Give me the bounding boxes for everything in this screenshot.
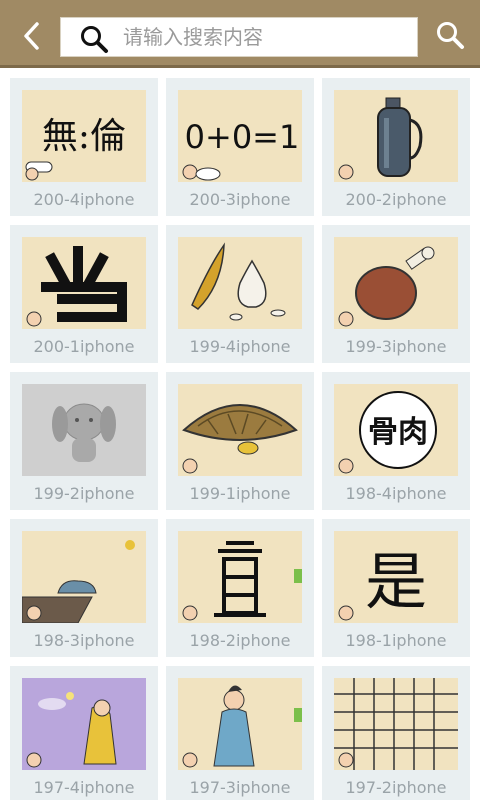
puzzle-card[interactable]: 197-2iphone bbox=[322, 666, 470, 800]
thumbnail-puzzle-text: 骨肉 bbox=[368, 415, 428, 450]
puzzle-label: 199-3iphone bbox=[345, 337, 447, 356]
puzzle-thumbnail bbox=[178, 531, 302, 623]
puzzle-label: 198-3iphone bbox=[33, 631, 135, 650]
top-bar bbox=[0, 0, 480, 68]
puzzle-thumbnail bbox=[334, 678, 458, 770]
search-field[interactable] bbox=[60, 17, 418, 57]
puzzle-card[interactable]: 198-3iphone bbox=[10, 519, 158, 657]
puzzle-thumbnail: 無:倫 bbox=[22, 90, 146, 182]
puzzle-card[interactable]: 197-3iphone bbox=[166, 666, 314, 800]
puzzle-label: 200-4iphone bbox=[33, 190, 135, 209]
search-button[interactable] bbox=[432, 17, 468, 53]
puzzle-thumbnail bbox=[178, 384, 302, 476]
thumbnail-puzzle-text: 是 bbox=[365, 545, 427, 618]
puzzle-label: 198-2iphone bbox=[189, 631, 291, 650]
puzzle-card[interactable]: 199-1iphone bbox=[166, 372, 314, 510]
puzzle-card[interactable]: 199-4iphone bbox=[166, 225, 314, 363]
puzzle-card[interactable]: 骨肉 198-4iphone bbox=[322, 372, 470, 510]
puzzle-card[interactable]: 200-1iphone bbox=[10, 225, 158, 363]
puzzle-card[interactable]: 無:倫 200-4iphone bbox=[10, 78, 158, 216]
puzzle-thumbnail: 骨肉 bbox=[334, 384, 458, 476]
puzzle-label: 199-1iphone bbox=[189, 484, 291, 503]
puzzle-card[interactable]: 0+0=1 200-3iphone bbox=[166, 78, 314, 216]
search-icon bbox=[437, 22, 464, 49]
puzzle-thumbnail: 是 bbox=[334, 531, 458, 623]
puzzle-thumbnail bbox=[22, 531, 146, 623]
puzzle-thumbnail bbox=[22, 237, 146, 329]
puzzle-label: 200-3iphone bbox=[189, 190, 291, 209]
puzzle-label: 198-1iphone bbox=[345, 631, 447, 650]
puzzle-label: 197-2iphone bbox=[345, 778, 447, 797]
puzzle-thumbnail bbox=[178, 678, 302, 770]
puzzle-thumbnail bbox=[22, 384, 146, 476]
chevron-left-icon bbox=[24, 22, 39, 50]
puzzle-thumbnail bbox=[22, 678, 146, 770]
puzzle-label: 200-2iphone bbox=[345, 190, 447, 209]
puzzle-label: 197-4iphone bbox=[33, 778, 135, 797]
puzzle-thumbnail bbox=[334, 90, 458, 182]
puzzle-label: 199-2iphone bbox=[33, 484, 135, 503]
puzzle-card[interactable]: 是 198-1iphone bbox=[322, 519, 470, 657]
puzzle-thumbnail bbox=[334, 237, 458, 329]
puzzle-card[interactable]: 200-2iphone bbox=[322, 78, 470, 216]
puzzle-thumbnail bbox=[178, 237, 302, 329]
puzzle-grid: 無:倫 200-4iphone 0+0=1 200-3iphone 200-2i… bbox=[0, 68, 480, 800]
puzzle-card[interactable]: 198-2iphone bbox=[166, 519, 314, 657]
puzzle-card[interactable]: 197-4iphone bbox=[10, 666, 158, 800]
puzzle-thumbnail: 0+0=1 bbox=[178, 90, 302, 182]
thumbnail-puzzle-text: 0+0=1 bbox=[185, 118, 300, 156]
puzzle-label: 200-1iphone bbox=[33, 337, 135, 356]
search-icon bbox=[81, 26, 108, 53]
search-input[interactable] bbox=[123, 22, 403, 52]
puzzle-label: 199-4iphone bbox=[189, 337, 291, 356]
back-button[interactable] bbox=[14, 18, 50, 54]
puzzle-label: 197-3iphone bbox=[189, 778, 291, 797]
puzzle-card[interactable]: 199-2iphone bbox=[10, 372, 158, 510]
puzzle-label: 198-4iphone bbox=[345, 484, 447, 503]
puzzle-card[interactable]: 199-3iphone bbox=[322, 225, 470, 363]
thumbnail-puzzle-text: 無:倫 bbox=[42, 116, 126, 157]
